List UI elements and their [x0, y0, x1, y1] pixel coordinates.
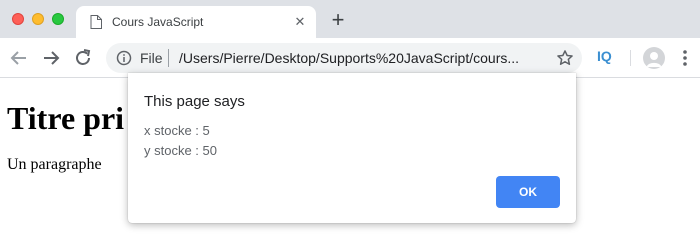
address-divider [168, 49, 169, 67]
page-heading: Titre pri [7, 100, 125, 136]
dialog-title: This page says [144, 93, 245, 110]
avatar-icon[interactable] [643, 47, 665, 69]
address-bar[interactable]: File /Users/Pierre/Desktop/Supports%20Ja… [106, 43, 582, 73]
extension-iq-button[interactable]: IQ [597, 48, 612, 64]
minimize-window-icon[interactable] [32, 13, 44, 25]
toolbar: File /Users/Pierre/Desktop/Supports%20Ja… [0, 38, 700, 78]
ok-button[interactable]: OK [496, 176, 560, 208]
dialog-message-line: x stocke : 5 [144, 123, 210, 138]
tab-strip: Cours JavaScript ✕ + [0, 0, 700, 38]
plus-icon[interactable]: + [326, 9, 350, 33]
close-tab-icon[interactable]: ✕ [292, 14, 308, 30]
info-icon[interactable] [116, 50, 132, 66]
more-vertical-icon[interactable] [678, 48, 692, 68]
alert-dialog: This page says x stocke : 5 y stocke : 5… [128, 73, 576, 223]
close-window-icon[interactable] [12, 13, 24, 25]
maximize-window-icon[interactable] [52, 13, 64, 25]
back-arrow-icon[interactable] [7, 46, 31, 70]
url-text[interactable]: /Users/Pierre/Desktop/Supports%20JavaScr… [179, 50, 545, 66]
forward-arrow-icon[interactable] [39, 46, 63, 70]
dialog-message-line: y stocke : 50 [144, 143, 217, 158]
toolbar-divider [630, 50, 631, 66]
tab-title: Cours JavaScript [112, 15, 204, 29]
reload-icon[interactable] [71, 46, 95, 70]
scheme-label: File [140, 50, 163, 66]
browser-tab[interactable]: Cours JavaScript ✕ [76, 6, 316, 38]
star-icon[interactable] [555, 48, 575, 68]
page-paragraph: Un paragraphe [7, 156, 102, 173]
page-icon [90, 15, 102, 29]
